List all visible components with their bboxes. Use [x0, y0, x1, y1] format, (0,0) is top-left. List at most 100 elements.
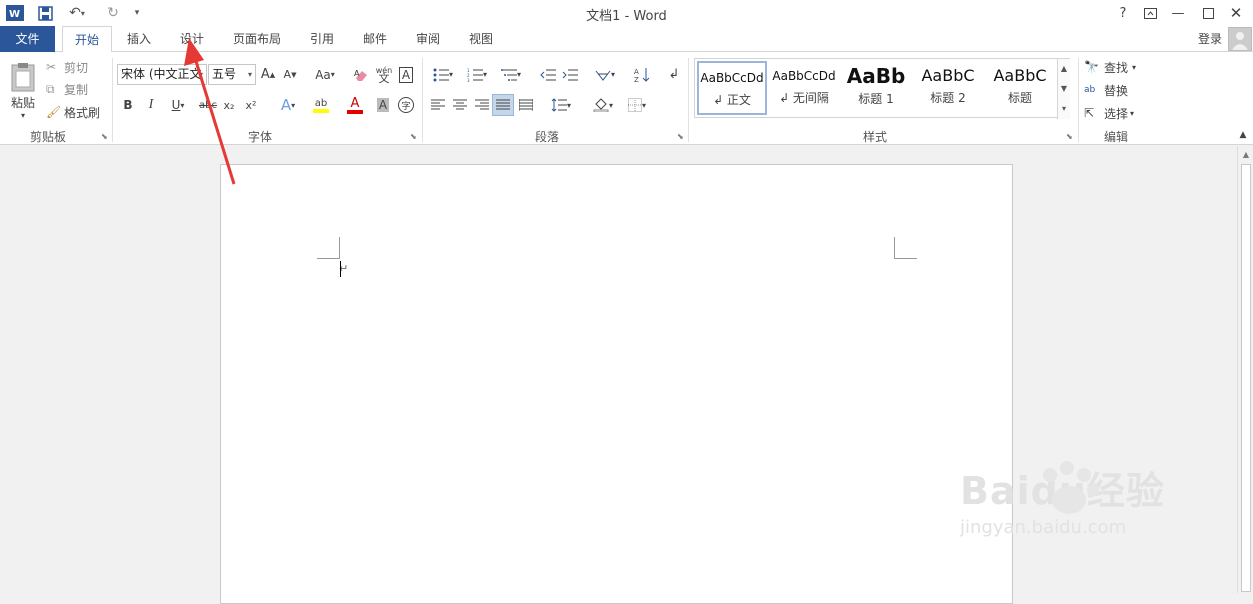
- watermark-url: jingyan.baidu.com: [960, 517, 1127, 538]
- character-border-button[interactable]: A: [397, 64, 415, 85]
- font-name-combo[interactable]: 宋体 (中文正文 ▾: [117, 64, 207, 85]
- tab-design[interactable]: 设计: [170, 26, 214, 52]
- tab-mailings[interactable]: 邮件: [353, 26, 397, 52]
- style-name: 标题: [1007, 91, 1032, 105]
- ribbon-home: 粘贴 ▾ ✂ 剪切 ⧉ 复制 🖌 格式刷 剪贴板 ⬊ 宋体 (中文正文 ▾ 五号…: [0, 52, 1253, 145]
- clear-formatting-icon[interactable]: A: [352, 64, 372, 85]
- align-right-icon[interactable]: [472, 95, 492, 115]
- styles-group-label: 样式: [862, 130, 887, 144]
- align-left-icon[interactable]: [428, 95, 448, 115]
- sort-icon[interactable]: AZ: [632, 64, 652, 85]
- strikethrough-button[interactable]: abc: [198, 95, 218, 115]
- clipboard-group-label: 剪贴板: [29, 130, 66, 144]
- chinese-layout-icon[interactable]: ▾: [590, 64, 620, 85]
- change-case-button[interactable]: Aa ▾: [310, 64, 340, 85]
- vertical-scrollbar[interactable]: ▲: [1237, 146, 1253, 593]
- style-name: ↲ 无间隔: [779, 91, 829, 105]
- tab-references[interactable]: 引用: [300, 26, 344, 52]
- show-marks-icon[interactable]: ↲: [664, 64, 684, 85]
- shading-icon[interactable]: ▾: [588, 95, 618, 115]
- line-spacing-icon[interactable]: ▾: [546, 95, 576, 115]
- tab-view[interactable]: 视图: [459, 26, 503, 52]
- svg-text:A: A: [634, 68, 639, 76]
- text-effects-button[interactable]: AaA▾: [274, 95, 302, 115]
- find-button[interactable]: 🔭 查找 ▾: [1084, 58, 1146, 76]
- font-size-value: 五号: [212, 67, 237, 81]
- chevron-down-icon: ▾: [198, 70, 203, 79]
- increase-indent-icon[interactable]: [560, 64, 580, 85]
- tab-file[interactable]: 文件: [0, 26, 55, 52]
- select-button[interactable]: ⇱ 选择 ▾: [1084, 104, 1146, 122]
- highlight-button[interactable]: ab: [306, 95, 336, 115]
- underline-button[interactable]: U ▾: [164, 95, 192, 115]
- style-name: ↲ 正文: [713, 93, 751, 107]
- align-center-icon[interactable]: [450, 95, 470, 115]
- ribbon-display-options-icon[interactable]: [1137, 2, 1163, 24]
- character-shading-button[interactable]: A: [374, 95, 392, 115]
- scroll-thumb[interactable]: [1241, 164, 1251, 592]
- format-painter-button[interactable]: 🖌 格式刷: [46, 103, 106, 121]
- tab-layout[interactable]: 页面布局: [225, 26, 289, 52]
- svg-text:Z: Z: [634, 76, 639, 83]
- copy-button[interactable]: ⧉ 复制: [46, 80, 94, 98]
- window-title: 文档1 - Word: [586, 9, 667, 24]
- collapse-ribbon-icon[interactable]: ▲: [1236, 128, 1250, 142]
- styles-launcher-icon[interactable]: ⬊: [1066, 132, 1073, 141]
- font-launcher-icon[interactable]: ⬊: [410, 132, 417, 141]
- borders-icon[interactable]: ▾: [622, 95, 652, 115]
- italic-button[interactable]: I: [142, 95, 160, 115]
- tab-review[interactable]: 审阅: [406, 26, 450, 52]
- font-color-button[interactable]: A: [340, 95, 370, 115]
- decrease-indent-icon[interactable]: [538, 64, 558, 85]
- styles-more-icon[interactable]: ▾: [1057, 99, 1070, 119]
- replace-button[interactable]: ab 替换: [1084, 81, 1146, 99]
- avatar[interactable]: [1228, 27, 1252, 51]
- replace-label: 替换: [1104, 83, 1129, 98]
- style-name: 标题 1: [858, 92, 894, 106]
- divider: [1078, 58, 1079, 142]
- tab-home[interactable]: 开始: [62, 26, 112, 53]
- style-sample: AaBbC: [921, 66, 975, 85]
- format-painter-label: 格式刷: [64, 105, 101, 120]
- style-heading-2[interactable]: AaBbC 标题 2: [913, 61, 983, 115]
- scroll-up-icon[interactable]: ▲: [1240, 150, 1252, 162]
- styles-scroll-down-icon[interactable]: ▼: [1057, 79, 1070, 99]
- style-sample: AaBb: [846, 64, 906, 88]
- styles-scroll-up-icon[interactable]: ▲: [1057, 59, 1070, 79]
- style-title[interactable]: AaBbC 标题: [985, 61, 1055, 115]
- numbering-icon[interactable]: 1 2 3 ▾: [462, 64, 492, 85]
- paste-button[interactable]: 粘贴 ▾: [6, 58, 40, 124]
- font-size-combo[interactable]: 五号 ▾: [208, 64, 256, 85]
- style-sample: AaBbC: [993, 66, 1047, 85]
- style-normal[interactable]: AaBbCcDd ↲ 正文: [697, 61, 767, 115]
- style-no-spacing[interactable]: AaBbCcDd ↲ 无间隔: [769, 61, 839, 115]
- shrink-font-button[interactable]: A ▼: [282, 64, 298, 85]
- grow-font-button[interactable]: A ▲: [260, 64, 276, 85]
- cut-button[interactable]: ✂ 剪切: [46, 58, 94, 76]
- bold-button[interactable]: B: [119, 95, 137, 115]
- font-name-value: 宋体 (中文正文: [121, 67, 202, 81]
- paragraph-launcher-icon[interactable]: ⬊: [677, 132, 684, 141]
- cut-label: 剪切: [64, 60, 89, 75]
- help-button[interactable]: ?: [1110, 2, 1136, 24]
- paragraph-group-label: 段落: [534, 130, 559, 144]
- phonetic-guide-button[interactable]: wén 文: [374, 64, 394, 85]
- login-link[interactable]: 登录: [1190, 26, 1230, 52]
- bullets-icon[interactable]: ▾: [428, 64, 458, 85]
- minimize-icon[interactable]: —: [1165, 2, 1191, 24]
- binoculars-icon: 🔭: [1084, 60, 1099, 74]
- justify-icon[interactable]: [492, 94, 514, 116]
- tab-insert[interactable]: 插入: [117, 26, 161, 52]
- superscript-button[interactable]: x²: [242, 95, 260, 115]
- multilevel-list-icon[interactable]: ▾: [496, 64, 526, 85]
- replace-icon: ab: [1084, 85, 1096, 95]
- subscript-button[interactable]: x₂: [220, 95, 238, 115]
- close-icon[interactable]: ✕: [1223, 2, 1249, 24]
- style-heading-1[interactable]: AaBb 标题 1: [841, 61, 911, 115]
- clipboard-launcher-icon[interactable]: ⬊: [101, 132, 108, 141]
- svg-text:3: 3: [467, 78, 470, 82]
- document-page[interactable]: ↵: [220, 164, 1013, 604]
- enclose-characters-button[interactable]: 字: [396, 95, 416, 115]
- distributed-icon[interactable]: [516, 95, 536, 115]
- maximize-icon[interactable]: [1195, 2, 1221, 24]
